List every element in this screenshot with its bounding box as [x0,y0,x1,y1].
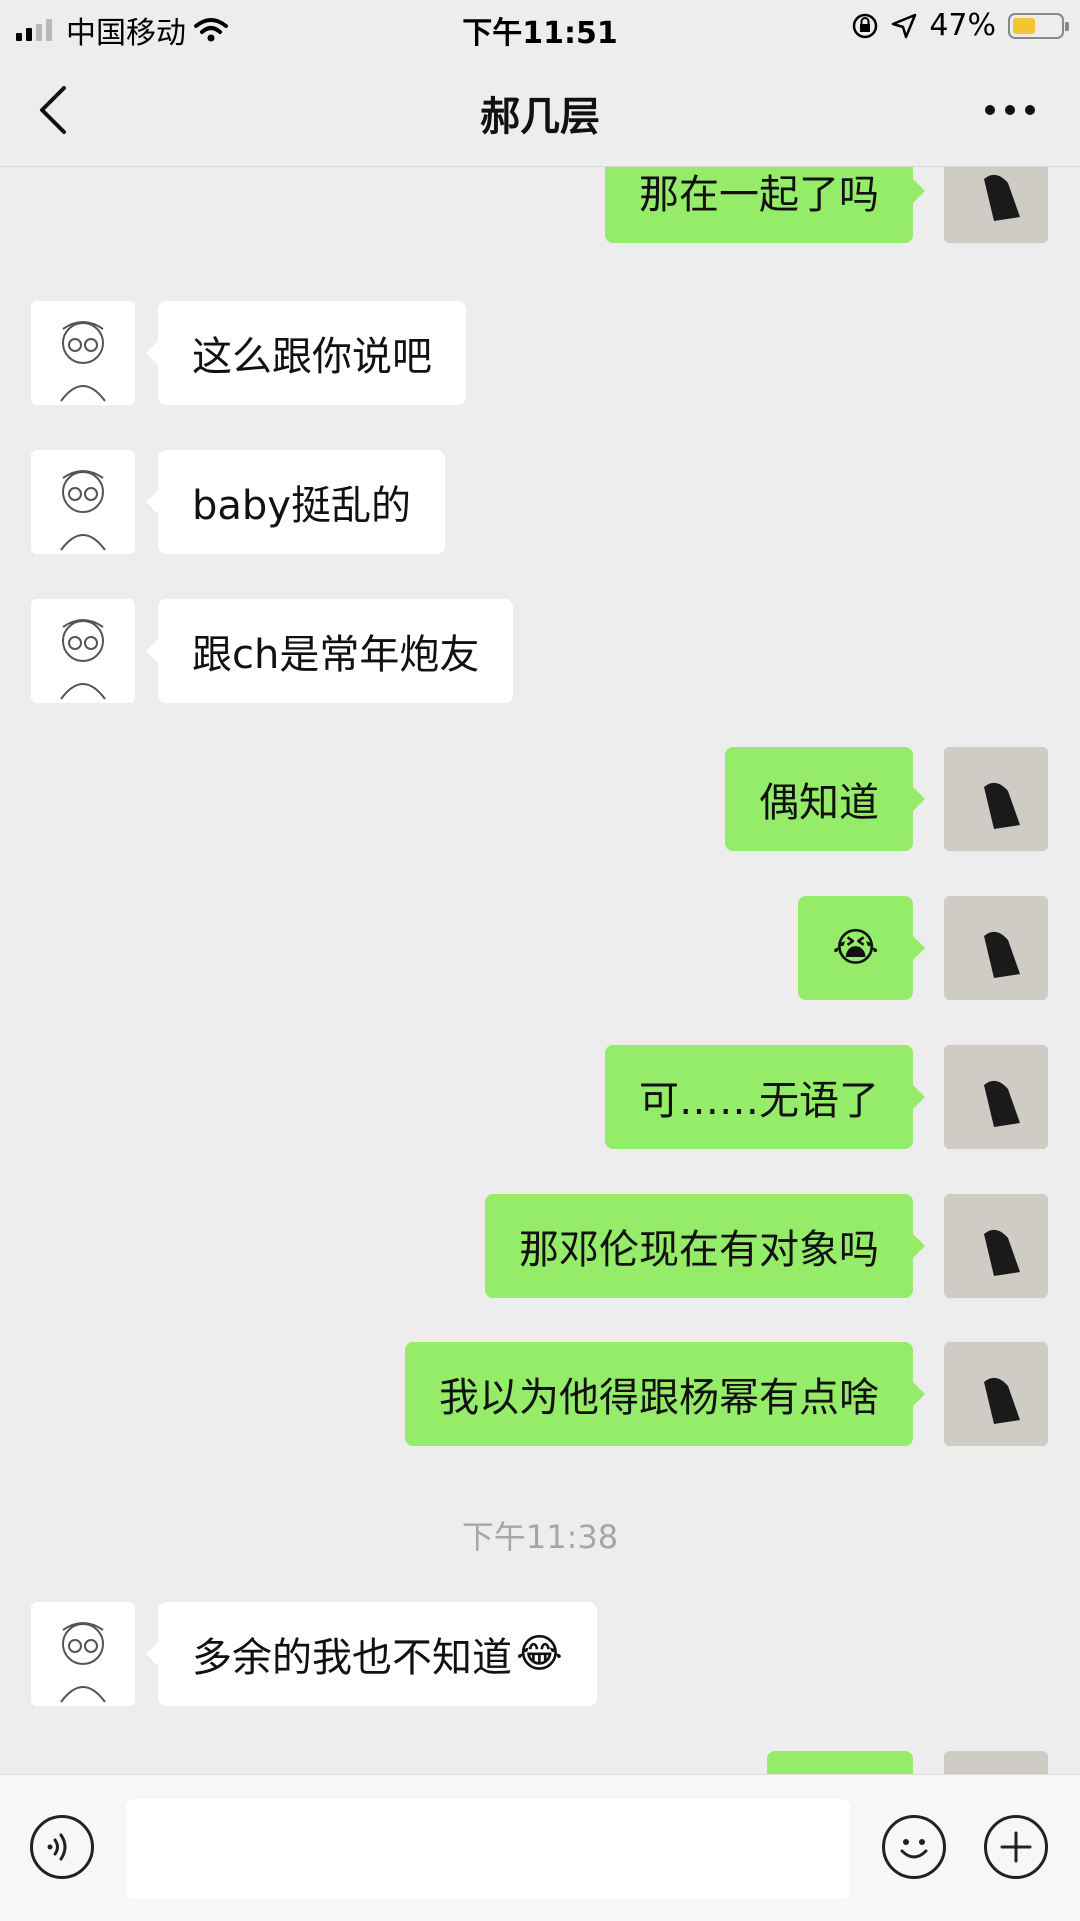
message-bubble[interactable] [767,1751,913,1774]
message-bubble[interactable]: 这么跟你说吧 [146,301,466,405]
message-bubble[interactable]: 可……无语了 [605,1045,925,1149]
battery-percent: 47% [929,8,996,43]
message-bubble[interactable]: 我以为他得跟杨幂有点啥 [405,1342,925,1446]
self-avatar[interactable] [944,1194,1048,1298]
chat-area[interactable]: 那在一起了吗 这么跟你说吧 baby挺乱的 跟ch是常年炮友 偶知道 😭 可……… [0,167,1080,1774]
self-avatar[interactable] [944,1342,1048,1446]
message-row [0,1751,1080,1774]
contact-avatar[interactable] [31,450,135,554]
chat-title: 郝几层 [480,94,600,140]
voice-icon[interactable] [30,1815,94,1879]
crying-face-emoji: 😭 [832,925,879,971]
self-avatar[interactable] [944,747,1048,851]
message-row: 😭 [0,896,1080,1000]
nav-bar: 郝几层 [0,54,1080,167]
input-bar [0,1774,1080,1921]
message-row: 那邓伦现在有对象吗 [0,1194,1080,1298]
contact-avatar[interactable] [31,1602,135,1706]
emoji-icon[interactable] [882,1815,946,1879]
contact-avatar[interactable] [31,301,135,405]
message-row: 偶知道 [0,747,1080,851]
battery-fill [1013,17,1035,34]
message-input[interactable] [126,1799,850,1899]
message-bubble[interactable]: baby挺乱的 [146,450,445,554]
message-bubble[interactable]: 那邓伦现在有对象吗 [485,1194,925,1298]
message-text: 我以为他得跟杨幂有点啥 [439,1375,879,1421]
message-text: 可……无语了 [639,1078,879,1124]
message-row: 多余的我也不知道 😂 [0,1602,1080,1706]
status-right: 47% [851,8,1069,43]
self-avatar[interactable] [944,896,1048,1000]
message-text: 偶知道 [759,780,879,826]
message-bubble[interactable]: 跟ch是常年炮友 [145,599,514,703]
self-avatar[interactable] [944,1751,1048,1774]
self-avatar[interactable] [944,167,1048,243]
location-arrow-icon [892,13,917,38]
message-bubble[interactable]: 那在一起了吗 [605,167,925,243]
message-row: 我以为他得跟杨幂有点啥 [0,1342,1080,1446]
plus-icon[interactable] [984,1815,1048,1879]
message-bubble[interactable]: 多余的我也不知道 😂 [146,1602,597,1706]
status-bar: 中国移动 下午11:51 47% [0,0,1080,54]
laughing-crying-emoji: 😂 [516,1631,563,1677]
battery-icon [1008,12,1069,39]
timestamp-label: 下午11:38 [461,1518,619,1556]
message-text: 这么跟你说吧 [192,334,432,380]
message-row: 可……无语了 [0,1045,1080,1149]
orientation-lock-icon [853,13,878,38]
message-row: baby挺乱的 [0,450,1080,554]
message-row: 这么跟你说吧 [0,301,1080,405]
message-bubble[interactable]: 😭 [798,896,925,1000]
contact-avatar[interactable] [31,599,135,703]
message-text: 多余的我也不知道 [192,1635,512,1681]
message-bubble[interactable]: 偶知道 [725,747,925,851]
message-text: 跟ch是常年炮友 [192,632,480,678]
message-row: 跟ch是常年炮友 [0,599,1080,703]
message-text: baby挺乱的 [192,483,411,529]
self-avatar[interactable] [944,1045,1048,1149]
more-dots-icon[interactable] [980,90,1040,130]
message-text: 那邓伦现在有对象吗 [519,1227,879,1273]
message-text: 那在一起了吗 [639,172,879,218]
message-row: 那在一起了吗 [0,167,1080,257]
